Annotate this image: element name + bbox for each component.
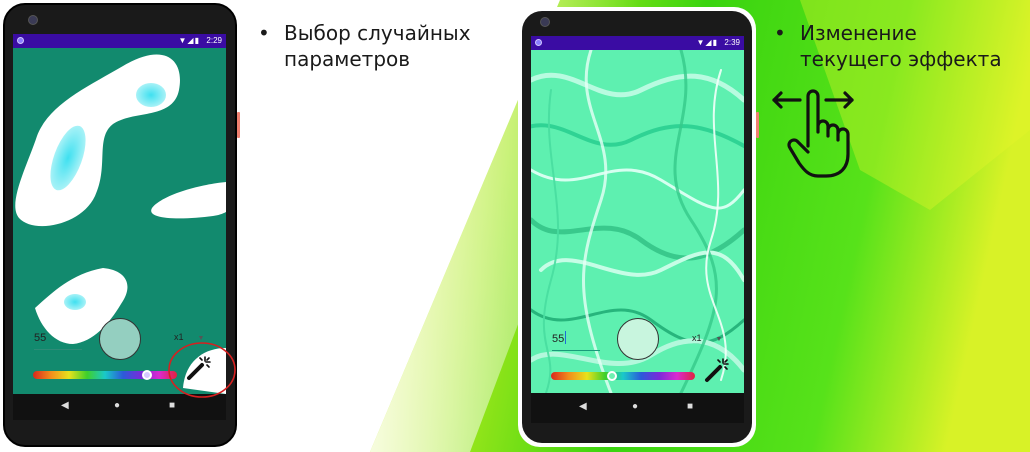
status-icons: ▼◢▮ bbox=[178, 36, 200, 45]
recents-button[interactable]: ■ bbox=[169, 400, 175, 411]
front-camera bbox=[28, 15, 38, 25]
app-notification-icon bbox=[17, 37, 24, 44]
color-swatch[interactable] bbox=[99, 318, 141, 360]
magic-wand-icon[interactable] bbox=[703, 356, 731, 384]
value-field-underline bbox=[552, 350, 600, 351]
text-cursor bbox=[565, 331, 566, 344]
back-button[interactable]: ◀ bbox=[579, 401, 587, 412]
side-button bbox=[237, 112, 240, 138]
status-time: 2:29 bbox=[206, 36, 222, 45]
hue-slider[interactable] bbox=[551, 372, 695, 380]
home-button[interactable]: ● bbox=[632, 401, 638, 412]
phone-right-screen: ▼◢▮ 2:39 55 x1 ▼ bbox=[531, 36, 744, 393]
status-icons: ▼◢▮ bbox=[696, 38, 718, 47]
hue-slider[interactable] bbox=[33, 371, 177, 379]
status-time: 2:39 bbox=[724, 38, 740, 47]
right-caption-text: Изменение текущего эффекта bbox=[800, 21, 1002, 71]
back-button[interactable]: ◀ bbox=[61, 400, 69, 411]
swipe-hand-icon bbox=[772, 89, 854, 178]
zoom-value: x1 bbox=[692, 333, 702, 343]
nav-bar-right: ◀ ● ■ bbox=[531, 393, 744, 423]
home-button[interactable]: ● bbox=[114, 400, 120, 411]
hue-slider-thumb[interactable] bbox=[142, 370, 152, 380]
app-notification-icon bbox=[535, 39, 542, 46]
color-swatch[interactable] bbox=[617, 318, 659, 360]
hue-slider-thumb[interactable] bbox=[607, 371, 617, 381]
chevron-down-icon: ▼ bbox=[715, 336, 723, 343]
status-bar: ▼◢▮ 2:29 bbox=[13, 34, 226, 48]
right-caption: • Изменение текущего эффекта bbox=[774, 20, 1020, 72]
zoom-select[interactable]: x1 ▼ bbox=[692, 333, 722, 343]
side-button bbox=[756, 112, 759, 138]
left-caption-text: Выбор случайных параметров bbox=[284, 21, 471, 71]
highlight-circle bbox=[168, 342, 236, 398]
front-camera bbox=[540, 17, 550, 27]
value-field[interactable]: 55 bbox=[552, 333, 564, 345]
value-field-underline bbox=[34, 349, 82, 350]
left-caption: • Выбор случайных параметров bbox=[258, 20, 514, 72]
bullet-dot: • bbox=[258, 21, 270, 45]
status-bar: ▼◢▮ 2:39 bbox=[531, 36, 744, 50]
value-field[interactable]: 55 bbox=[34, 332, 46, 344]
bullet-dot: • bbox=[774, 21, 786, 45]
recents-button[interactable]: ■ bbox=[687, 401, 693, 412]
